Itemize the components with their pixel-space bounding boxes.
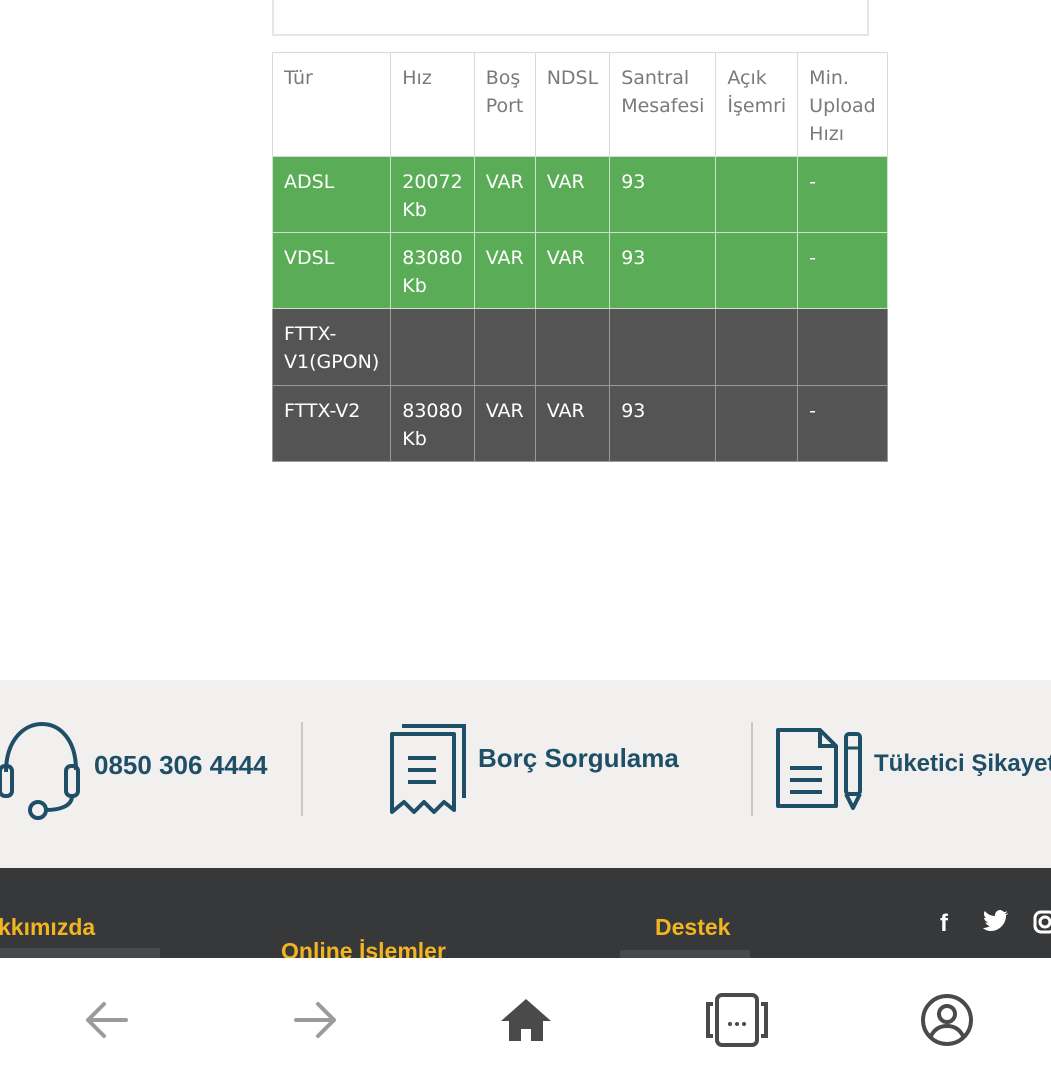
account-icon <box>919 992 975 1052</box>
table-cell: ADSL <box>271 156 392 233</box>
header-santral-mesafesi: Santral Mesafesi <box>609 52 717 157</box>
table-row: ADSL 20072 Kb VAR VAR 93 - <box>271 156 888 233</box>
divider <box>751 722 753 816</box>
table-row: FTTX-V2 83080 Kb VAR VAR 93 - <box>271 385 888 462</box>
table-cell: VAR <box>534 385 611 462</box>
instagram-icon[interactable] <box>1033 910 1051 941</box>
table-cell <box>609 308 717 386</box>
table-cell: 20072 Kb <box>390 156 475 233</box>
account-button[interactable] <box>907 982 987 1062</box>
table-cell: 93 <box>609 156 717 233</box>
table-cell <box>534 308 611 386</box>
footer-about-heading[interactable]: kkımızda <box>0 914 95 941</box>
table-cell <box>715 308 799 386</box>
table-cell: FTTX-V2 <box>271 385 392 462</box>
tabs-button[interactable] <box>697 982 777 1062</box>
table-cell: 83080 Kb <box>390 385 475 462</box>
table-cell: 93 <box>609 232 717 309</box>
table-cell <box>715 232 799 309</box>
complaint-label: Tüketici Şikayetle <box>874 750 1051 777</box>
divider <box>301 722 303 816</box>
table-cell: VAR <box>534 232 611 309</box>
table-cell <box>473 308 536 386</box>
table-cell: 83080 Kb <box>390 232 475 309</box>
headset-icon <box>0 720 90 820</box>
table-cell: FTTX-V1(GPON) <box>271 308 392 386</box>
table-cell: - <box>797 156 888 233</box>
header-tur: Tür <box>271 52 392 157</box>
infrastructure-table: Tür Hız Boş Port NDSL Santral Mesafesi A… <box>271 52 888 462</box>
header-acik-isemri: Açık İşemri <box>715 52 799 157</box>
footer-support-heading[interactable]: Destek <box>655 914 730 941</box>
table-cell: VAR <box>473 232 536 309</box>
content-box <box>272 0 869 36</box>
table-row: FTTX-V1(GPON) <box>271 308 888 386</box>
header-bos-port: Boş Port <box>473 52 536 157</box>
table-header-row: Tür Hız Boş Port NDSL Santral Mesafesi A… <box>271 52 888 157</box>
debt-query-link[interactable]: Borç Sorgulama <box>388 720 679 816</box>
home-icon <box>499 997 553 1047</box>
header-ndsl: NDSL <box>534 52 611 157</box>
receipt-icon <box>388 720 468 816</box>
header-hiz: Hız <box>390 52 475 157</box>
table-cell: VAR <box>473 156 536 233</box>
table-cell: VDSL <box>271 232 392 309</box>
table-cell <box>715 156 799 233</box>
table-cell <box>390 308 475 386</box>
twitter-icon[interactable] <box>983 910 1009 939</box>
back-arrow-icon <box>82 1000 130 1044</box>
footer-about-link[interactable] <box>0 948 160 958</box>
footer-support-link[interactable] <box>620 950 750 958</box>
debt-query-label: Borç Sorgulama <box>478 742 679 773</box>
complaint-link[interactable]: Tüketici Şikayetle <box>776 724 1051 814</box>
table-cell <box>797 308 888 386</box>
forward-button[interactable] <box>276 982 356 1062</box>
table-cell: - <box>797 232 888 309</box>
table-cell <box>715 385 799 462</box>
table-row: VDSL 83080 Kb VAR VAR 93 - <box>271 232 888 309</box>
table-cell: VAR <box>534 156 611 233</box>
table-cell: VAR <box>473 385 536 462</box>
home-button[interactable] <box>486 982 566 1062</box>
forward-arrow-icon <box>292 1000 340 1044</box>
facebook-icon[interactable]: f <box>940 910 948 938</box>
phone-number: 0850 306 4444 <box>94 749 268 780</box>
quick-actions-bar: 0850 306 4444 Borç Sorgulama Tüketici Şi… <box>0 680 1051 868</box>
tabs-icon <box>705 992 769 1052</box>
footer-online-heading[interactable]: Online İşlemler <box>281 938 446 958</box>
site-footer: kkımızda Online İşlemler Destek f <box>0 868 1051 958</box>
table-cell: - <box>797 385 888 462</box>
table-cell: 93 <box>609 385 717 462</box>
phone-link[interactable]: 0850 306 4444 <box>0 720 268 820</box>
header-min-upload: Min. Upload Hızı <box>797 52 888 157</box>
document-pen-icon <box>776 724 868 814</box>
back-button[interactable] <box>66 982 146 1062</box>
browser-bottom-nav <box>0 958 1051 1080</box>
